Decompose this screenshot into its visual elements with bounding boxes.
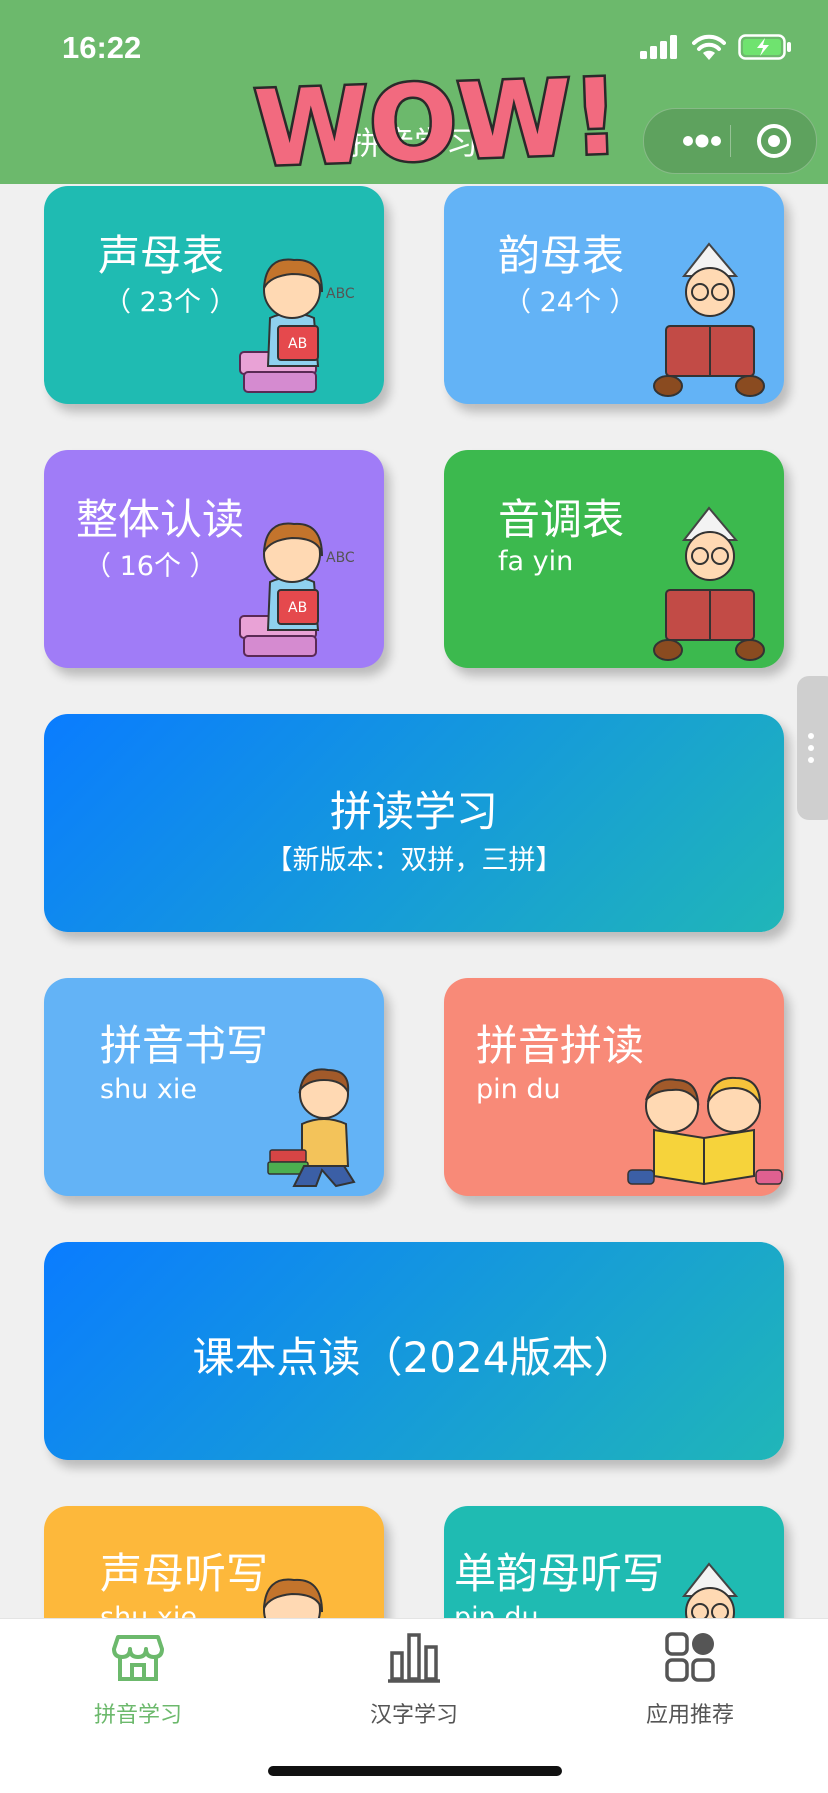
store-icon [112, 1635, 164, 1681]
card-subtitle: pin du [476, 1074, 561, 1105]
card-yunmu-table[interactable]: 韵母表 （ 24个 ） [444, 186, 784, 404]
card-pinyin-writing[interactable]: 拼音书写 shu xie [44, 978, 384, 1196]
tab-label: 汉字学习 [369, 1703, 458, 1728]
vertical-dots-icon [808, 733, 814, 763]
tab-apps[interactable]: 应用推荐 [552, 1619, 828, 1739]
signal-icon [640, 35, 677, 59]
home-indicator [268, 1766, 562, 1776]
card-title: 声母表 [98, 231, 225, 280]
svg-text:ABC: ABC [326, 286, 355, 302]
tab-pinyin[interactable]: 拼音学习 [0, 1619, 276, 1739]
girl-reading-illustration: AB ABC [239, 522, 355, 657]
card-textbook-reading[interactable]: 课本点读（2024版本） [44, 1242, 784, 1460]
girl-reading-illustration: AB ABC [239, 258, 355, 393]
card-pindu-study[interactable]: 拼读学习 【新版本：双拼，三拼】 [44, 714, 784, 932]
card-subtitle: （ 23个 ） [104, 287, 237, 318]
side-drawer-handle[interactable] [797, 676, 828, 820]
tab-hanzi[interactable]: 汉字学习 [276, 1619, 552, 1739]
status-icons [640, 34, 792, 60]
card-title: 拼读学习 [329, 787, 498, 836]
card-subtitle: （ 16个 ） [84, 551, 217, 582]
more-icon[interactable] [682, 131, 722, 151]
svg-text:AB: AB [288, 600, 307, 616]
tab-label: 拼音学习 [93, 1703, 182, 1728]
wow-text: WOW! [252, 58, 618, 188]
svg-text:ABC: ABC [326, 550, 355, 566]
status-time: 16:22 [62, 30, 142, 65]
card-title: 单韵母听写 [454, 1549, 665, 1598]
miniprogram-capsule [643, 108, 817, 174]
card-pinyin-pindu[interactable]: 拼音拼读 pin du [444, 978, 784, 1196]
svg-text:AB: AB [288, 336, 307, 352]
grid-apps-icon [665, 1632, 715, 1682]
card-subtitle: （ 24个 ） [504, 287, 637, 318]
card-title: 音调表 [498, 495, 625, 544]
card-title: 课本点读（2024版本） [192, 1333, 636, 1382]
card-subtitle: shu xie [100, 1074, 197, 1105]
card-shengmu-table[interactable]: 声母表 （ 23个 ） AB ABC [44, 186, 384, 404]
boy-reading-illustration [653, 506, 765, 661]
card-subtitle: fa yin [498, 546, 574, 577]
capsule-divider [730, 125, 731, 157]
card-subtitle: 【新版本：双拼，三拼】 [265, 845, 563, 876]
close-target-icon[interactable] [754, 121, 794, 161]
nav-header: 16:22 拼音学习 WOW! [0, 0, 828, 188]
card-title: 整体认读 [76, 495, 245, 544]
bar-chart-icon [388, 1633, 440, 1683]
two-kids-reading-illustration [627, 1076, 783, 1186]
card-title: 韵母表 [498, 231, 625, 280]
card-title: 拼音书写 [100, 1021, 269, 1070]
boy-with-books-illustration [267, 1068, 356, 1188]
card-title: 拼音拼读 [476, 1021, 645, 1070]
card-yindiao-table[interactable]: 音调表 fa yin [444, 450, 784, 668]
wow-sticker: WOW! [250, 58, 618, 188]
tab-label: 应用推荐 [645, 1703, 734, 1728]
card-zhengti-rendu[interactable]: 整体认读 （ 16个 ） AB ABC [44, 450, 384, 668]
boy-reading-illustration [653, 242, 765, 397]
wifi-icon [692, 34, 726, 60]
battery-icon [738, 34, 791, 60]
